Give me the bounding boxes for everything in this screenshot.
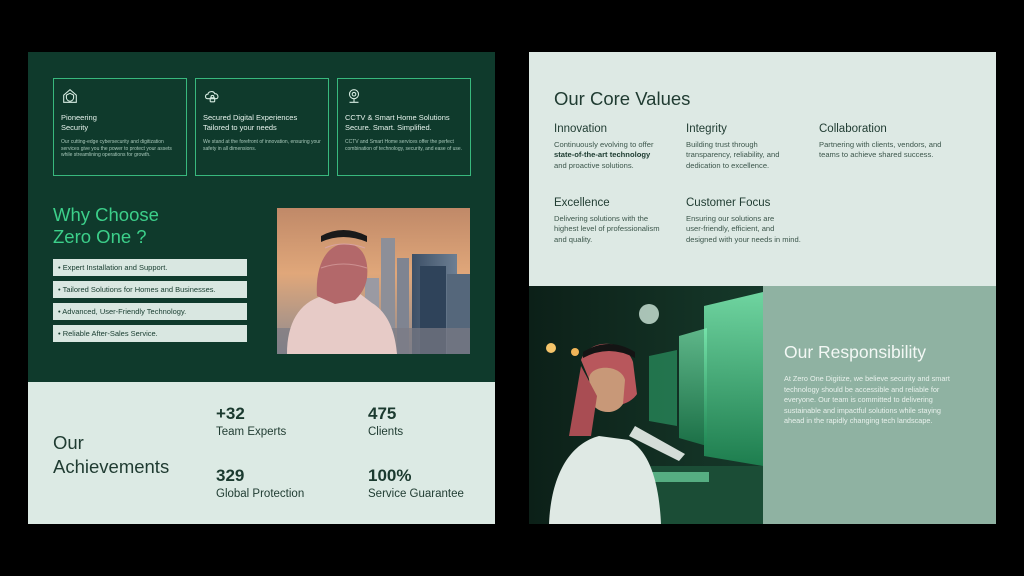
stat-team-experts: +32 Team Experts (216, 404, 286, 440)
value-line: and quality. (554, 234, 593, 244)
value-title: Collaboration (819, 123, 887, 135)
right-page: Our Core Values Innovation Continuously … (529, 52, 996, 524)
value-collaboration: Collaboration Partnering with clients, v… (819, 122, 944, 161)
why-choose-title: Why Choose Zero One ? (53, 204, 159, 248)
cloud-lock-icon (204, 91, 219, 103)
card-title-line: Pioneering (61, 113, 97, 122)
card-title-line: CCTV & Smart Home Solutions (345, 113, 450, 122)
card-title-line: Tailored to your needs (203, 123, 277, 132)
value-integrity: Integrity Building trust through transpa… (686, 122, 811, 171)
stat-label: Global Protection (216, 488, 305, 500)
shield-house-icon (63, 88, 77, 103)
value-excellence: Excellence Delivering solutions with the… (554, 196, 679, 245)
stat-value: 100% (368, 466, 412, 485)
card-title: Pioneering Security (61, 113, 179, 133)
service-card-pioneering-security: Pioneering Security Our cutting-edge cyb… (53, 78, 187, 176)
value-description: Delivering solutions with the highest le… (554, 214, 679, 245)
card-title-line: Security (61, 123, 89, 132)
value-description: Building trust through transparency, rel… (686, 140, 811, 171)
value-line: Partnering with clients, vendors, and (819, 140, 942, 149)
list-item: • Reliable After-Sales Service. (53, 325, 247, 342)
card-title-line: Secure. Smart. Simplified. (345, 123, 432, 132)
responsibility-title: Our Responsibility (784, 342, 926, 362)
achievements-panel: Our Achievements +32 Team Experts 475 Cl… (28, 382, 495, 524)
value-customer-focus: Customer Focus Ensuring our solutions ar… (686, 196, 811, 245)
value-description: Continuously evolving to offer state-of-… (554, 140, 679, 171)
achievements-title: Our Achievements (53, 431, 169, 479)
value-line: Building trust through (686, 140, 758, 149)
stat-value: 475 (368, 404, 397, 423)
city-skyline-photo (277, 208, 470, 354)
value-line: highest level of professionalism (554, 224, 660, 234)
service-card-digital-experiences: Secured Digital Experiences Tailored to … (195, 78, 329, 176)
why-title-line: Why Choose (53, 204, 159, 225)
list-item: • Expert Installation and Support. (53, 259, 247, 276)
responsibility-panel: Our Responsibility At Zero One Digitize,… (763, 286, 996, 524)
stat-label: Service Guarantee (368, 488, 464, 500)
stat-value: +32 (216, 404, 245, 423)
value-line: dedication to excellence. (686, 160, 770, 170)
why-choose-list: • Expert Installation and Support. • Tai… (53, 259, 247, 347)
value-description: Partnering with clients, vendors, and te… (819, 140, 944, 161)
value-title: Integrity (686, 123, 727, 135)
value-bold-line: state-of-the-art technology (554, 150, 651, 160)
stat-clients: 475 Clients (368, 404, 403, 440)
value-line: transparency, reliability, and (686, 150, 780, 160)
value-line: designed with your needs in mind. (686, 234, 801, 244)
stat-label: Clients (368, 426, 404, 438)
value-line: user-friendly, efficient, and (686, 224, 775, 234)
value-title: Innovation (554, 123, 608, 135)
achievements-title-line: Our (53, 432, 84, 453)
value-innovation: Innovation Continuously evolving to offe… (554, 122, 679, 171)
value-line: teams to achieve shared success. (819, 150, 934, 160)
stat-value: 329 (216, 466, 245, 485)
value-description: Ensuring our solutions are user-friendly… (686, 214, 811, 245)
card-description: We stand at the forefront of innovation,… (203, 139, 321, 152)
card-title: CCTV & Smart Home Solutions Secure. Smar… (345, 113, 463, 133)
stat-global-protection: 329 Global Protection (216, 466, 304, 502)
core-values-panel: Our Core Values Innovation Continuously … (529, 52, 996, 286)
list-item: • Tailored Solutions for Homes and Busin… (53, 281, 247, 298)
value-title: Customer Focus (686, 197, 771, 209)
card-title-line: Secured Digital Experiences (203, 113, 298, 122)
value-line: and proactive solutions. (554, 160, 634, 170)
card-description: CCTV and Smart Home services offer the p… (345, 139, 463, 152)
service-card-cctv-smart-home: CCTV & Smart Home Solutions Secure. Smar… (337, 78, 471, 176)
core-values-title: Our Core Values (554, 88, 691, 109)
responsibility-text: At Zero One Digitize, we believe securit… (784, 374, 950, 426)
list-item: • Advanced, User-Friendly Technology. (53, 303, 247, 320)
stat-service-guarantee: 100% Service Guarantee (368, 466, 464, 502)
camera-icon (348, 89, 360, 103)
value-line: Continuously evolving to offer (554, 140, 654, 149)
value-line: Delivering solutions with the (554, 214, 649, 223)
stat-label: Team Experts (216, 426, 287, 438)
card-title: Secured Digital Experiences Tailored to … (203, 113, 321, 133)
why-title-line: Zero One ? (53, 226, 147, 247)
card-description: Our cutting-edge cybersecurity and digit… (61, 139, 172, 159)
achievements-title-line: Achievements (53, 456, 170, 477)
security-operator-photo (529, 286, 763, 524)
value-title: Excellence (554, 197, 610, 209)
value-line: Ensuring our solutions are (686, 214, 775, 223)
left-page: Pioneering Security Our cutting-edge cyb… (28, 52, 495, 524)
